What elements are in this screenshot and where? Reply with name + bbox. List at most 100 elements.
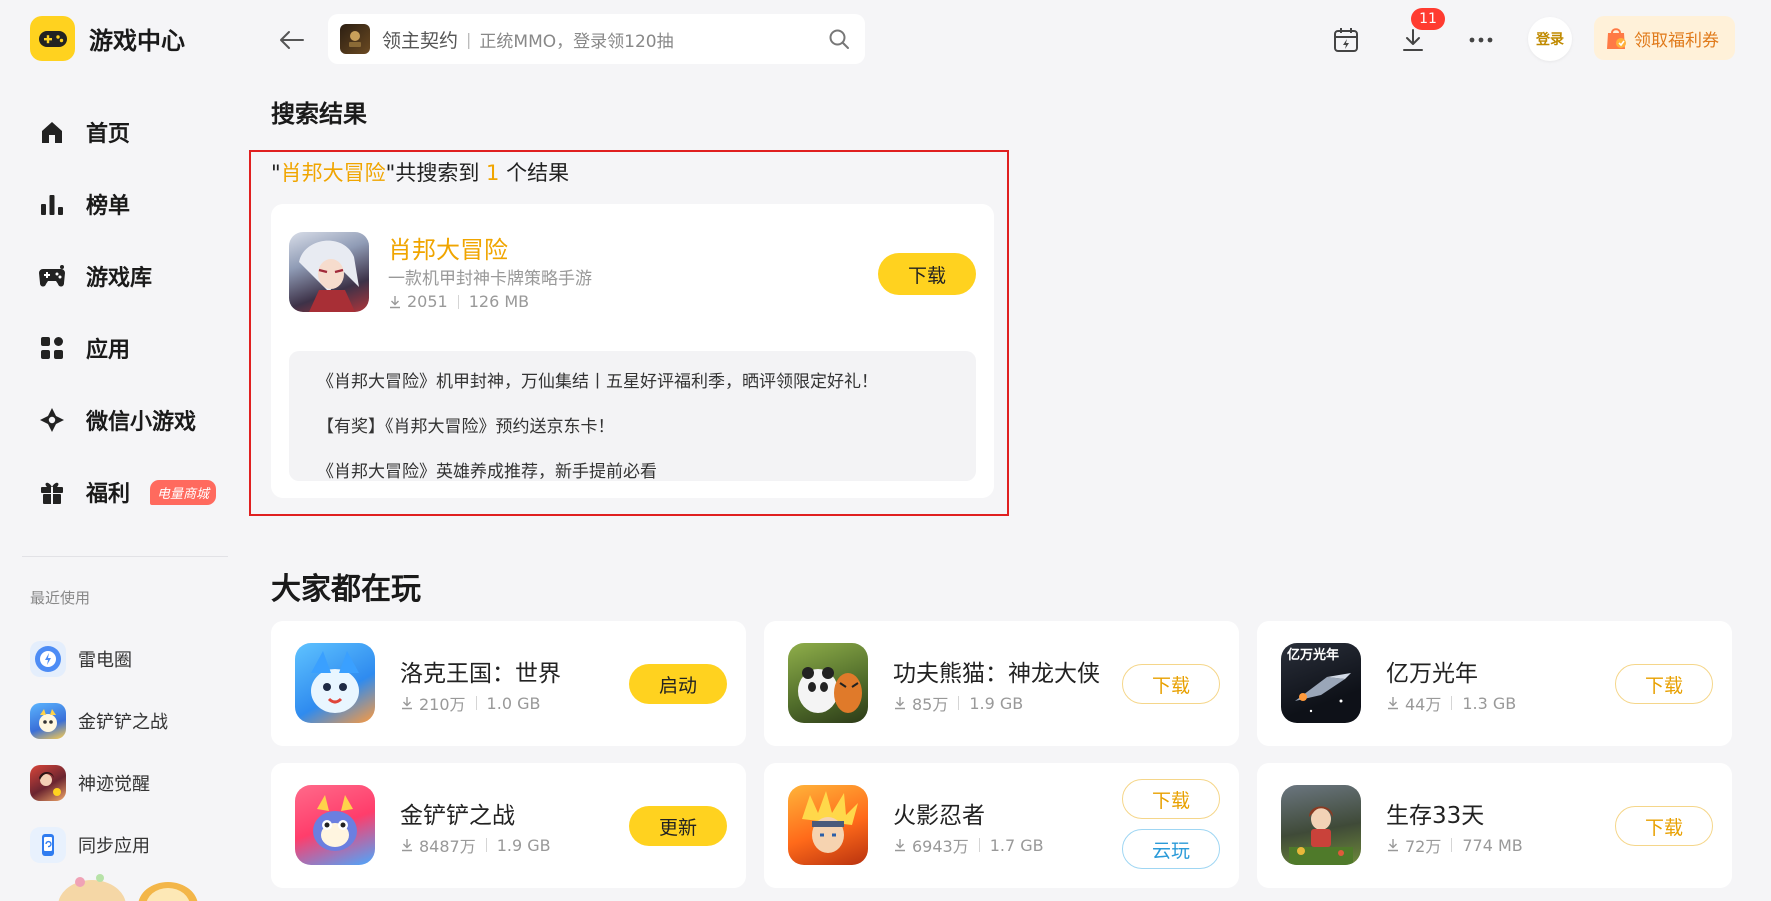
game-downloads: 85万 <box>912 695 949 714</box>
search-results-title: 搜索结果 <box>271 100 367 128</box>
recent-item-jinchanchan[interactable]: 金铲铲之战 <box>30 690 230 752</box>
cloud-play-button[interactable]: 云玩 <box>1122 829 1220 869</box>
download-button[interactable]: 下载 <box>1122 779 1220 819</box>
survive-33-days-game-icon <box>1281 785 1361 865</box>
nav-label: 首页 <box>86 122 131 147</box>
count-prefix: 共搜索到 <box>395 161 487 185</box>
download-count-icon <box>402 839 412 852</box>
back-button[interactable] <box>272 20 312 60</box>
nav-label: 榜单 <box>86 194 131 219</box>
sidebar-decoration <box>40 872 220 901</box>
download-count-icon <box>895 839 905 852</box>
result-download-button[interactable]: 下载 <box>878 253 976 295</box>
result-game-meta: 2051 126 MB <box>388 292 529 311</box>
nav-item-welfare[interactable]: 福利 电量商城 <box>38 456 228 528</box>
nav-label: 应用 <box>86 338 131 363</box>
nav-item-home[interactable]: 首页 <box>38 96 228 168</box>
recent-item-label: 金铲铲之战 <box>78 712 168 733</box>
yiwan-guangnian-game-icon: 亿万光年 <box>1281 643 1361 723</box>
leidian-circle-app-icon <box>30 641 66 677</box>
game-meta: 85万 1.9 GB <box>893 691 1023 715</box>
meta-separator <box>475 696 477 710</box>
news-item[interactable]: 【有奖】《肖邦大冒险》预约送京东卡！ <box>317 402 976 447</box>
meta-separator <box>958 696 960 710</box>
search-icon[interactable] <box>825 25 853 53</box>
more-dots-icon <box>1469 37 1493 43</box>
recent-section-title: 最近使用 <box>30 589 91 607</box>
nav-item-apps[interactable]: 应用 <box>38 312 228 384</box>
game-card-survive-33-days[interactable]: 生存33天 72万 774 MB 下载 <box>1257 763 1732 888</box>
result-size: 126 MB <box>468 292 530 311</box>
game-downloads: 44万 <box>1405 695 1442 714</box>
search-result-card[interactable]: 肖邦大冒险 一款机甲封神卡牌策略手游 2051 126 MB 下载 《肖邦大冒险… <box>271 204 994 498</box>
download-button[interactable]: 下载 <box>1122 664 1220 704</box>
game-name: 亿万光年 <box>1386 661 1478 687</box>
search-bar[interactable]: 领主契约 | 正统MMO，登录领120抽 <box>328 14 865 64</box>
kungfu-panda-game-icon <box>788 643 868 723</box>
game-name: 生存33天 <box>1386 803 1485 829</box>
game-name: 功夫熊猫：神龙大侠 <box>893 661 1100 687</box>
game-meta: 44万 1.3 GB <box>1386 691 1516 715</box>
nav-item-wechat-mini-games[interactable]: 微信小游戏 <box>38 384 228 456</box>
recent-item-shenji-juexing[interactable]: 神迹觉醒 <box>30 752 230 814</box>
result-news-box: 《肖邦大冒险》机甲封神，万仙集结丨五星好评福利季，晒评领限定好礼！ 【有奖】《肖… <box>289 351 976 482</box>
sync-app-icon <box>30 827 66 863</box>
game-downloads: 72万 <box>1405 837 1442 856</box>
game-name: 洛克王国：世界 <box>400 661 561 687</box>
claim-coupon-button[interactable]: 领取福利券 <box>1594 16 1735 60</box>
search-keyword: 肖邦大冒险 <box>280 161 386 185</box>
result-game-desc: 一款机甲封神卡牌策略手游 <box>388 269 592 289</box>
game-card-jinchanchan[interactable]: 金铲铲之战 8487万 1.9 GB 更新 <box>271 763 746 888</box>
shenji-juexing-app-icon <box>30 765 66 801</box>
game-card-yiwan-guangnian[interactable]: 亿万光年 亿万光年 44万 1.3 GB 下载 <box>1257 621 1732 746</box>
news-item[interactable]: 《肖邦大冒险》机甲封神，万仙集结丨五星好评福利季，晒评领限定好礼！ <box>317 357 976 402</box>
result-game-name[interactable]: 肖邦大冒险 <box>388 230 508 265</box>
download-count-icon <box>390 295 400 308</box>
calendar-button[interactable] <box>1326 20 1366 60</box>
game-downloads: 210万 <box>419 695 466 714</box>
game-card-kungfu-panda[interactable]: 功夫熊猫：神龙大侠 85万 1.9 GB 下载 <box>764 621 1239 746</box>
popular-section-title: 大家都在玩 <box>271 572 421 607</box>
update-button[interactable]: 更新 <box>629 806 727 846</box>
game-size: 1.9 GB <box>969 693 1024 713</box>
news-item[interactable]: 《肖邦大冒险》英雄养成推荐，新手提前必看 <box>317 447 976 492</box>
game-card-roco-kingdom[interactable]: 洛克王国：世界 210万 1.0 GB 启动 <box>271 621 746 746</box>
game-meta: 210万 1.0 GB <box>400 691 540 715</box>
more-button[interactable] <box>1461 20 1501 60</box>
result-downloads: 2051 <box>407 292 448 311</box>
result-number: 1 <box>486 161 500 185</box>
downloads-button[interactable]: 11 <box>1393 8 1445 60</box>
download-button[interactable]: 下载 <box>1615 806 1713 846</box>
search-suggestion-title: 领主契约 <box>382 29 459 52</box>
meta-separator <box>1451 696 1453 710</box>
meta-separator <box>457 294 459 309</box>
nav-item-rank[interactable]: 榜单 <box>38 168 228 240</box>
apps-grid-icon <box>38 334 66 362</box>
login-button[interactable]: 登录 <box>1528 17 1572 61</box>
result-count-text: "肖邦大冒险"共搜索到 1 个结果 <box>271 157 569 187</box>
jinchanchan-app-icon <box>30 703 66 739</box>
game-name: 金铲铲之战 <box>400 803 515 829</box>
mini-game-icon <box>38 406 66 434</box>
recent-item-sync-app[interactable]: 同步应用 <box>30 814 230 876</box>
game-card-naruto[interactable]: 火影忍者 6943万 1.7 GB 下载 云玩 <box>764 763 1239 888</box>
game-icon-caption: 亿万光年 <box>1287 647 1339 662</box>
game-downloads: 6943万 <box>912 837 969 856</box>
nav-item-game-library[interactable]: 游戏库 <box>38 240 228 312</box>
meta-separator <box>1451 838 1453 852</box>
gift-icon <box>38 478 66 506</box>
download-icon <box>1403 29 1423 51</box>
gift-bag-icon <box>1607 28 1626 49</box>
recent-item-leidian-circle[interactable]: 雷电圈 <box>30 628 230 690</box>
game-meta: 72万 774 MB <box>1386 833 1523 857</box>
launch-button[interactable]: 启动 <box>629 664 727 704</box>
mall-badge: 电量商城 <box>150 479 217 505</box>
quote-open: " <box>271 161 281 185</box>
game-size: 1.7 GB <box>989 835 1044 855</box>
download-button[interactable]: 下载 <box>1615 664 1713 704</box>
game-size: 1.9 GB <box>496 835 551 855</box>
recent-item-label: 雷电圈 <box>78 650 132 671</box>
count-suffix: 个结果 <box>499 161 570 185</box>
roco-kingdom-game-icon <box>295 643 375 723</box>
brand[interactable]: 游戏中心 <box>30 16 185 61</box>
